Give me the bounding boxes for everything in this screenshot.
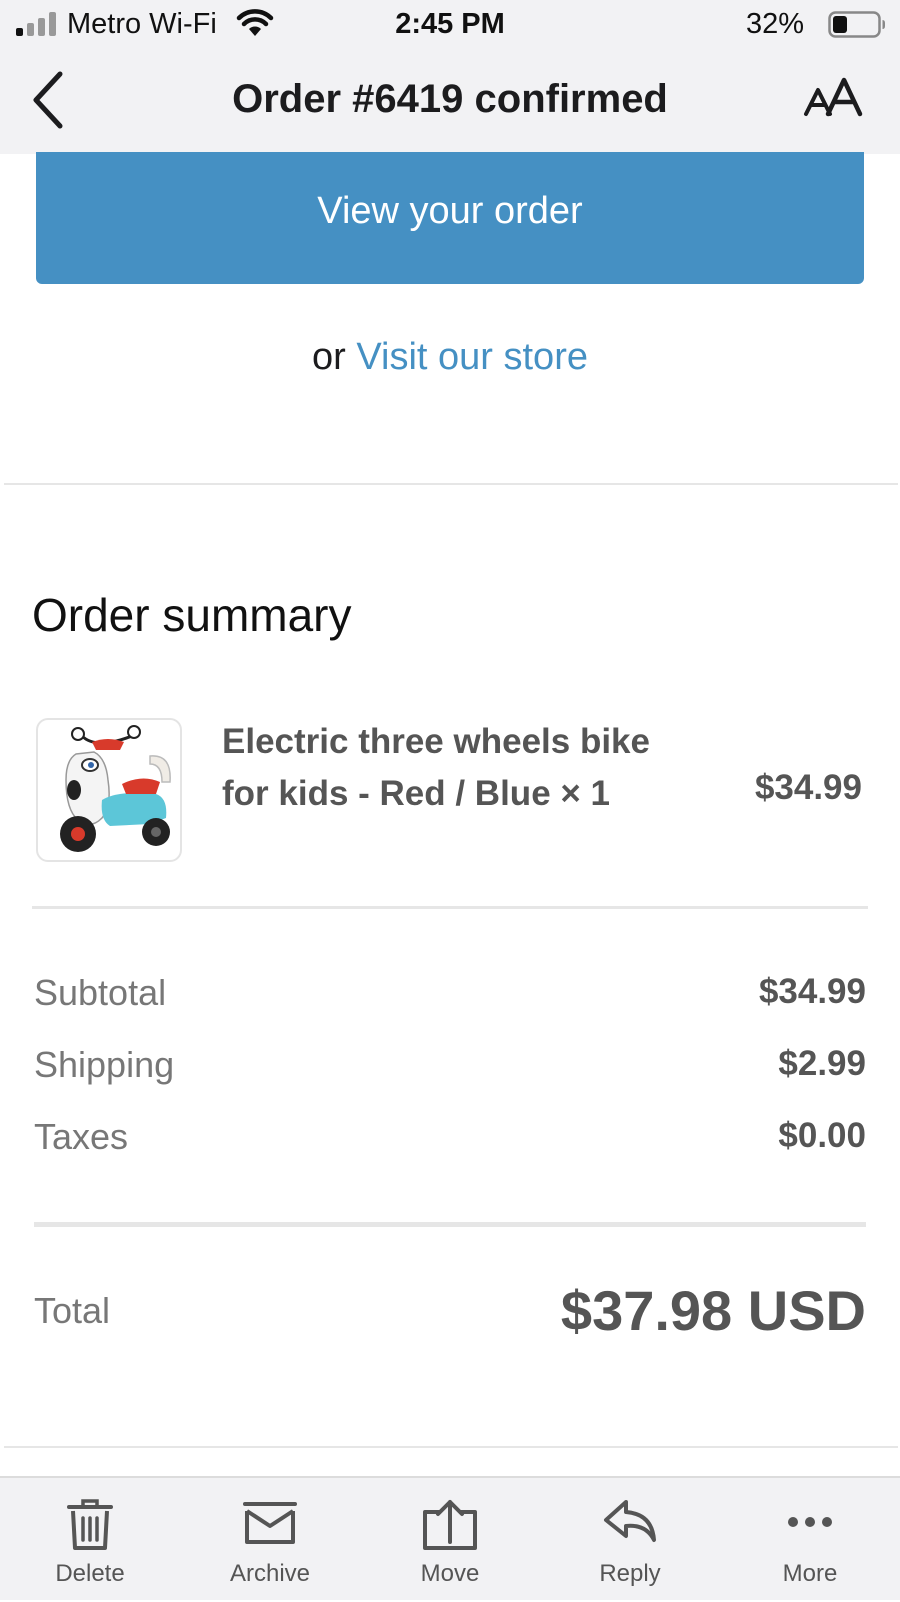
page-title: Order #6419 confirmed [232, 77, 668, 121]
order-summary-heading: Order summary [32, 589, 352, 641]
cost-label: Shipping [34, 1044, 175, 1085]
total-value: $37.98 USD [560, 1279, 866, 1342]
text-size-icon[interactable] [802, 74, 864, 124]
chevron-left-icon[interactable] [22, 68, 82, 132]
battery-percent: 32% [745, 8, 804, 40]
product-name[interactable]: Electric three wheels bike for kids - Re… [222, 716, 722, 820]
more-icon [788, 1517, 832, 1527]
cost-value: $2.99 [778, 1044, 866, 1083]
status-bar: Metro Wi-Fi 2:45 PM 32% [0, 0, 900, 50]
tricycle-product-image [60, 725, 171, 852]
mail-toolbar: Delete Archive Move Reply More [0, 1476, 900, 1600]
reply-button[interactable]: Reply [550, 1478, 710, 1602]
product-image[interactable] [36, 718, 182, 862]
cost-value: $0.00 [778, 1116, 866, 1155]
toolbar-label: Reply [599, 1560, 661, 1587]
divider [32, 906, 868, 909]
toolbar-label: Delete [55, 1560, 125, 1587]
taxes-row: Taxes $0.00 [34, 1116, 866, 1166]
delete-button[interactable]: Delete [10, 1478, 170, 1602]
trash-icon [67, 1499, 113, 1550]
archive-icon [243, 1502, 297, 1544]
total-label: Total [34, 1290, 111, 1331]
divider [4, 1446, 898, 1448]
shipping-row: Shipping $2.99 [34, 1044, 866, 1094]
store-prefix: or [312, 336, 357, 378]
divider [4, 483, 898, 485]
divider [34, 1222, 866, 1227]
toolbar-label: Archive [229, 1560, 311, 1587]
reply-icon [604, 1500, 656, 1542]
store-line: or Visit our store [0, 336, 900, 379]
toolbar-label: Move [420, 1560, 480, 1587]
move-button[interactable]: Move [370, 1478, 530, 1602]
toolbar-label: More [782, 1560, 838, 1587]
cost-label: Subtotal [34, 972, 167, 1013]
visit-store-link[interactable]: Visit our store [356, 336, 588, 378]
more-button[interactable]: More [730, 1478, 890, 1602]
cost-label: Taxes [34, 1116, 129, 1157]
view-order-button[interactable]: View your order [36, 152, 864, 284]
product-name-line: Electric three wheels bike [222, 722, 650, 761]
subtotal-row: Subtotal $34.99 [34, 972, 866, 1022]
move-icon [423, 1500, 477, 1550]
battery-icon [828, 11, 885, 38]
product-name-line: for kids - Red / Blue × 1 [222, 774, 611, 813]
product-price: $34.99 [754, 768, 862, 807]
nav-bar: Order #6419 confirmed [0, 50, 900, 154]
archive-button[interactable]: Archive [190, 1478, 350, 1602]
cost-value: $34.99 [758, 972, 866, 1011]
